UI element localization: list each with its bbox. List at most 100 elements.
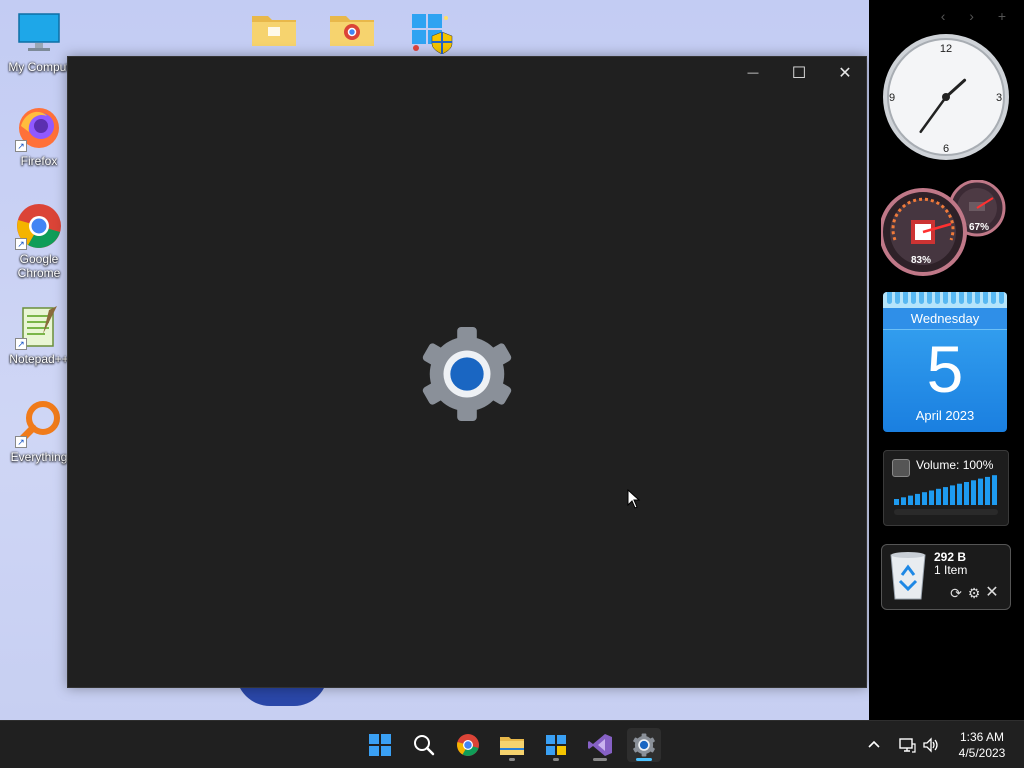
volume-track bbox=[894, 509, 998, 515]
start-icon bbox=[369, 734, 391, 756]
calendar-ring bbox=[943, 292, 948, 304]
search-button[interactable] bbox=[407, 728, 441, 762]
shortcut-arrow-icon: ↗ bbox=[15, 140, 27, 152]
cpu-meter-gadget[interactable]: 83% 67% bbox=[879, 179, 1009, 278]
folder-icon[interactable] bbox=[250, 10, 298, 50]
chrome-icon: ↗ bbox=[15, 202, 63, 250]
calendar-ring bbox=[983, 292, 988, 304]
speaker-icon bbox=[923, 737, 938, 753]
volume-bar bbox=[922, 492, 927, 505]
calendar-month-year: April 2023 bbox=[915, 408, 975, 423]
volume-bar bbox=[978, 478, 983, 505]
taskbar-clock[interactable]: 1:36 AM 4/5/2023 bbox=[948, 729, 1016, 761]
taskbar-chrome[interactable] bbox=[451, 728, 485, 762]
volume-bar bbox=[901, 497, 906, 505]
calendar-ring bbox=[887, 292, 892, 304]
running-indicator bbox=[509, 758, 515, 761]
empty-bin-close-icon[interactable]: ✕ bbox=[984, 585, 1000, 601]
calendar-ring bbox=[991, 292, 996, 304]
desktop-icon-label: My Comput bbox=[8, 60, 70, 74]
taskbar-date: 4/5/2023 bbox=[958, 746, 1006, 760]
volume-bar bbox=[992, 475, 997, 505]
visual-studio-icon bbox=[588, 734, 612, 756]
taskbar-widgets[interactable] bbox=[539, 728, 573, 762]
calendar-ring bbox=[895, 292, 900, 304]
volume-bar bbox=[929, 490, 934, 505]
volume-bar bbox=[964, 482, 969, 505]
volume-bar bbox=[985, 476, 990, 505]
taskbar-file-explorer[interactable] bbox=[495, 728, 529, 762]
calendar-ring bbox=[927, 292, 932, 304]
widgets-icon bbox=[546, 735, 566, 755]
calendar-day-number: 5 bbox=[926, 332, 964, 406]
maximize-button[interactable]: ☐ bbox=[776, 57, 822, 89]
ram-percent: 67% bbox=[969, 222, 990, 233]
chrome-folder-icon[interactable] bbox=[328, 10, 376, 50]
taskbar-settings[interactable] bbox=[627, 728, 661, 762]
volume-bar bbox=[936, 488, 941, 505]
clock-numeral-9: 9 bbox=[889, 92, 895, 104]
clock-numeral-3: 3 bbox=[996, 92, 1002, 104]
desktop-icon-label: Notepad++ bbox=[9, 352, 69, 366]
clock-gadget[interactable]: 12 3 6 9 bbox=[881, 32, 1011, 162]
gadget-sidebar: ‹ › + 12 3 6 9 83% 67% Wednesday 5 April… bbox=[869, 0, 1024, 720]
clock-numeral-12: 12 bbox=[940, 43, 952, 55]
desktop-icon-label: Firefox bbox=[20, 154, 58, 168]
desktop-icon-firefox[interactable]: ↗ Firefox bbox=[2, 104, 76, 168]
start-button[interactable] bbox=[363, 728, 397, 762]
notepad-plus-plus-icon: ↗ bbox=[15, 302, 63, 350]
desktop-icon-chrome[interactable]: ↗ Google Chrome bbox=[2, 202, 76, 280]
taskbar-time: 1:36 AM bbox=[959, 730, 1005, 744]
active-indicator bbox=[636, 758, 652, 761]
minimize-button[interactable]: — bbox=[730, 57, 776, 89]
recycle-bin-gadget[interactable]: 292 B 1 Item ⟳ ⚙ ✕ bbox=[881, 544, 1011, 610]
chrome-icon bbox=[457, 734, 479, 756]
volume-bar bbox=[957, 483, 962, 505]
calendar-gadget[interactable]: Wednesday 5 April 2023 bbox=[883, 292, 1007, 432]
close-icon: ✕ bbox=[838, 65, 852, 82]
network-status[interactable] bbox=[898, 721, 916, 768]
recycle-bin-count: 1 Item bbox=[934, 563, 968, 577]
clock-numeral-6: 6 bbox=[943, 143, 949, 155]
running-indicator bbox=[593, 758, 607, 761]
volume-bar bbox=[908, 495, 913, 505]
search-icon bbox=[414, 735, 435, 756]
recycle-bin-size: 292 B bbox=[934, 550, 967, 564]
computer-icon bbox=[15, 10, 63, 58]
desktop-icon-my-computer[interactable]: My Comput bbox=[2, 10, 76, 74]
running-indicator bbox=[553, 758, 559, 761]
cpu-percent: 83% bbox=[911, 255, 932, 266]
close-button[interactable]: ✕ bbox=[822, 57, 868, 89]
calendar-ring bbox=[959, 292, 964, 304]
calendar-ring bbox=[967, 292, 972, 304]
shortcut-arrow-icon: ↗ bbox=[15, 338, 27, 350]
taskbar-visual-studio[interactable] bbox=[583, 728, 617, 762]
calendar-weekday: Wednesday bbox=[883, 308, 1007, 330]
firefox-icon: ↗ bbox=[15, 104, 63, 152]
calendar-ring bbox=[975, 292, 980, 304]
shortcut-arrow-icon: ↗ bbox=[15, 238, 27, 250]
desktop-icon-everything[interactable]: ↗ Everything bbox=[2, 400, 76, 464]
tray-overflow-chevron[interactable] bbox=[866, 721, 882, 768]
volume-level-bars bbox=[894, 475, 997, 505]
everything-search-icon: ↗ bbox=[15, 400, 63, 448]
recycle-bin-icon bbox=[888, 551, 928, 606]
gear-icon[interactable]: ⚙ bbox=[966, 585, 982, 601]
calendar-ring bbox=[903, 292, 908, 304]
calendar-ring bbox=[911, 292, 916, 304]
taskbar: 1:36 AM 4/5/2023 bbox=[0, 720, 1024, 768]
desktop-icon-label: Google Chrome bbox=[17, 252, 61, 280]
shortcut-arrow-icon: ↗ bbox=[15, 436, 27, 448]
calendar-ring bbox=[935, 292, 940, 304]
refresh-icon[interactable]: ⟳ bbox=[948, 585, 964, 601]
desktop-icon-notepad-plus-plus[interactable]: ↗ Notepad++ bbox=[2, 302, 76, 366]
settings-window[interactable]: — ☐ ✕ bbox=[67, 56, 867, 688]
minimize-icon: — bbox=[747, 67, 759, 79]
volume-gadget[interactable]: Volume: 100% bbox=[883, 450, 1009, 526]
settings-icon bbox=[633, 733, 655, 757]
sidebar-nav[interactable]: ‹ › + bbox=[941, 8, 1016, 24]
windows-tools-icon[interactable] bbox=[408, 10, 456, 55]
desktop-icon-label: Everything bbox=[10, 450, 68, 464]
volume-label: Volume: 100% bbox=[916, 458, 994, 472]
volume-status[interactable] bbox=[922, 721, 940, 768]
